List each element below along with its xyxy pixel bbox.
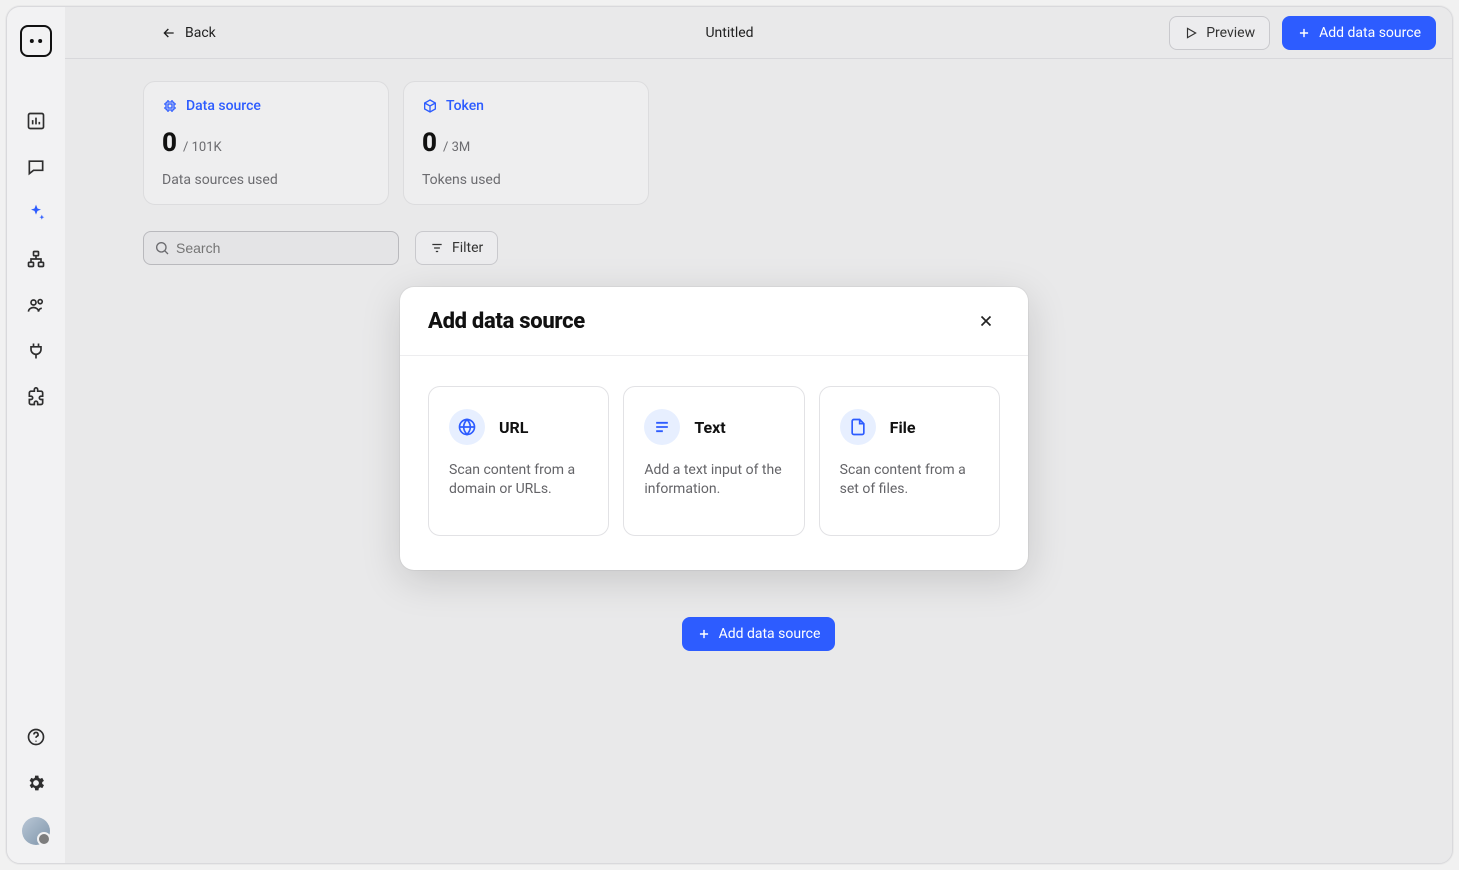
- plus-icon: [697, 627, 711, 641]
- stat-label: Data source: [186, 98, 261, 114]
- globe-icon: [449, 409, 485, 445]
- option-desc: Add a text input of the information.: [644, 461, 783, 499]
- nav-settings-icon[interactable]: [24, 771, 48, 795]
- option-text[interactable]: Text Add a text input of the information…: [623, 386, 804, 536]
- add-data-source-label: Add data source: [719, 626, 821, 642]
- stat-card-token: Token 0 / 3M Tokens used: [403, 81, 649, 205]
- add-data-source-label: Add data source: [1319, 25, 1421, 41]
- stat-value: 0: [162, 128, 177, 158]
- option-title: File: [890, 418, 916, 437]
- modal-close-button[interactable]: [972, 307, 1000, 335]
- filter-button[interactable]: Filter: [415, 231, 498, 265]
- search-icon: [154, 240, 170, 256]
- arrow-left-icon: [161, 25, 177, 41]
- add-data-source-modal: Add data source URL Scan content from a …: [400, 287, 1028, 570]
- nav-extension-icon[interactable]: [24, 385, 48, 409]
- nav-analytics-icon[interactable]: [24, 109, 48, 133]
- nav-sitemap-icon[interactable]: [24, 247, 48, 271]
- page-title: Untitled: [705, 25, 753, 41]
- preview-button[interactable]: Preview: [1169, 16, 1270, 50]
- option-url[interactable]: URL Scan content from a domain or URLs.: [428, 386, 609, 536]
- app-logo[interactable]: [20, 25, 52, 57]
- nav-help-icon[interactable]: [24, 725, 48, 749]
- option-desc: Scan content from a domain or URLs.: [449, 461, 588, 499]
- file-icon: [840, 409, 876, 445]
- search-box[interactable]: [143, 231, 399, 265]
- stat-subtitle: Data sources used: [162, 172, 370, 188]
- filter-icon: [430, 241, 444, 255]
- stat-limit: / 3M: [443, 140, 470, 155]
- plus-icon: [1297, 26, 1311, 40]
- text-lines-icon: [644, 409, 680, 445]
- filter-label: Filter: [452, 240, 483, 256]
- topbar: Back Untitled Preview Add data source: [65, 7, 1452, 59]
- stat-limit: / 101K: [183, 140, 222, 155]
- stat-label: Token: [446, 98, 484, 114]
- stat-value: 0: [422, 128, 437, 158]
- option-desc: Scan content from a set of files.: [840, 461, 979, 499]
- preview-label: Preview: [1206, 25, 1255, 41]
- cube-icon: [422, 98, 438, 114]
- option-title: Text: [694, 418, 725, 437]
- play-icon: [1184, 26, 1198, 40]
- close-icon: [977, 312, 995, 330]
- option-title: URL: [499, 418, 528, 437]
- search-input[interactable]: [176, 240, 388, 256]
- nav-team-icon[interactable]: [24, 293, 48, 317]
- stat-card-data-source: Data source 0 / 101K Data sources used: [143, 81, 389, 205]
- modal-title: Add data source: [428, 309, 585, 334]
- stat-subtitle: Tokens used: [422, 172, 630, 188]
- add-data-source-button-center[interactable]: Add data source: [682, 617, 836, 651]
- back-label: Back: [185, 25, 216, 41]
- nav-plug-icon[interactable]: [24, 339, 48, 363]
- back-button[interactable]: Back: [151, 19, 226, 47]
- add-data-source-button-top[interactable]: Add data source: [1282, 16, 1436, 50]
- option-file[interactable]: File Scan content from a set of files.: [819, 386, 1000, 536]
- nav-sparkle-icon[interactable]: [24, 201, 48, 225]
- sidebar: [7, 7, 65, 863]
- user-avatar[interactable]: [22, 817, 50, 845]
- nav-chat-icon[interactable]: [24, 155, 48, 179]
- chip-icon: [162, 98, 178, 114]
